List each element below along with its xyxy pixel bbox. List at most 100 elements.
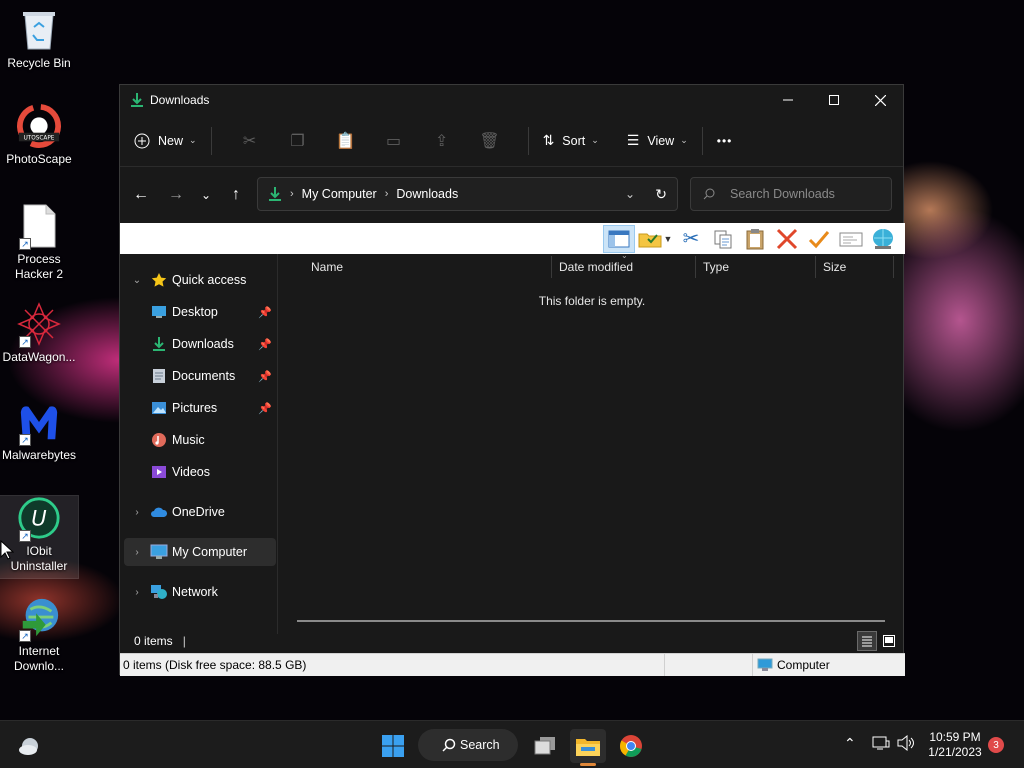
paste-button[interactable]: 📋 — [322, 125, 370, 157]
toolbar-separator — [527, 126, 529, 155]
details-view-button[interactable] — [857, 631, 877, 651]
task-view-button[interactable] — [528, 729, 562, 763]
column-divider[interactable] — [695, 256, 696, 278]
taskbar: Search ⌃ 10:59 PM 1/21/2023 3 — [0, 720, 1024, 768]
column-divider[interactable] — [815, 256, 816, 278]
view-lines-icon: ☰ — [626, 132, 640, 148]
shortcut-arrow-icon: ↗ — [19, 630, 31, 642]
folder-options-button[interactable]: ▼ — [635, 225, 675, 253]
column-divider[interactable] — [551, 256, 552, 278]
new-button[interactable]: New ⌄ — [134, 133, 197, 149]
nav-my-computer[interactable]: › My Computer — [124, 538, 276, 566]
column-header-size[interactable]: Size — [823, 254, 846, 279]
copy-button[interactable]: ❐ — [274, 125, 322, 157]
back-button[interactable]: ← — [126, 180, 156, 210]
copy-icon: ❐ — [290, 132, 305, 150]
window-title: Downloads — [150, 93, 210, 107]
legacy-status-bar: 0 items (Disk free space: 88.5 GB) Compu… — [120, 653, 905, 676]
details-view-icon — [862, 636, 872, 647]
datawagon-icon: ↗ — [17, 302, 61, 348]
desktop-icon-photoscape[interactable]: UTOSCAPE PhotoScape — [0, 104, 78, 167]
desktop-icon-label: Internet Downlo... — [13, 644, 65, 673]
chrome-taskbar-button[interactable] — [614, 729, 648, 763]
desktop-icon-iobit-uninstaller[interactable]: U ↗ IObit Uninstaller — [0, 495, 79, 579]
apply-legacy-button[interactable] — [803, 225, 835, 253]
nav-quick-access[interactable]: ⌄ Quick access — [124, 266, 276, 294]
title-bar[interactable]: Downloads — [120, 85, 903, 115]
refresh-icon[interactable]: ↻ — [655, 186, 667, 203]
desktop-icon-malwarebytes[interactable]: ↗ Malwarebytes — [0, 400, 78, 463]
breadcrumb-downloads[interactable]: Downloads — [396, 187, 458, 201]
network-tray-button[interactable] — [872, 735, 890, 751]
breadcrumb-my-computer[interactable]: My Computer — [302, 187, 377, 201]
nav-item-pictures[interactable]: Pictures 📌 — [124, 394, 276, 422]
downloads-folder-icon — [150, 336, 168, 352]
chevron-right-icon: › — [135, 586, 139, 598]
preview-pane-button[interactable] — [603, 224, 635, 253]
up-button[interactable]: ↑ — [221, 180, 251, 210]
horizontal-scrollbar[interactable] — [297, 620, 885, 622]
desktop-icon-internet-download-manager[interactable]: ↗ Internet Downlo... — [0, 596, 78, 674]
taskbar-search-button[interactable]: Search — [418, 729, 518, 761]
cloud-weather-icon — [19, 738, 38, 755]
notification-count-badge[interactable]: 3 — [988, 737, 1004, 753]
search-box[interactable]: Search Downloads — [690, 177, 892, 211]
file-explorer-icon — [576, 739, 600, 756]
show-hidden-icons-button[interactable]: ⌃ — [844, 735, 856, 752]
cut-legacy-button[interactable]: ✂ — [675, 225, 707, 253]
desktop-icon-datawagon[interactable]: ↗ DataWagon... — [0, 302, 78, 365]
nav-label: Pictures — [172, 401, 218, 415]
pictures-folder-icon — [150, 400, 168, 416]
start-button[interactable] — [376, 729, 410, 763]
column-header-type[interactable]: Type — [703, 254, 729, 279]
minimize-button[interactable] — [765, 85, 811, 115]
cut-button[interactable]: ✂ — [226, 125, 274, 157]
nav-item-videos[interactable]: Videos — [124, 458, 276, 486]
nav-item-downloads[interactable]: Downloads 📌 — [124, 330, 276, 358]
desktop-icon-process-hacker[interactable]: ↗ Process Hacker 2 — [0, 204, 78, 282]
legacy-toolbar: ▼ ✂ — [120, 223, 905, 254]
desktop-icon-recycle-bin[interactable]: Recycle Bin — [0, 8, 78, 71]
nav-item-desktop[interactable]: Desktop 📌 — [124, 298, 276, 326]
arrow-left-icon: ← — [133, 186, 149, 203]
paste-legacy-button[interactable] — [739, 225, 771, 253]
sort-button[interactable]: ⇅ Sort ⌄ — [543, 132, 599, 149]
document-icon: ↗ — [17, 204, 61, 250]
volume-tray-button[interactable] — [897, 735, 915, 751]
copy-legacy-button[interactable] — [707, 225, 739, 253]
address-history-chevron-icon[interactable]: ⌄ — [625, 187, 635, 201]
maximize-button[interactable] — [811, 85, 857, 115]
delete-button[interactable]: 🗑 — [466, 125, 514, 157]
column-header-name[interactable]: Name — [311, 254, 343, 279]
more-options-button[interactable]: ••• — [717, 134, 733, 148]
network-globe-button[interactable] — [867, 225, 899, 253]
address-bar[interactable]: › My Computer › Downloads ⌄ ↻ — [257, 177, 678, 211]
close-button[interactable] — [857, 85, 903, 115]
delete-legacy-button[interactable] — [771, 225, 803, 253]
chrome-icon — [620, 735, 642, 757]
nav-label: Videos — [172, 465, 210, 479]
weather-widget-button[interactable] — [12, 729, 46, 763]
share-button[interactable]: ⇪ — [418, 125, 466, 157]
pin-icon: 📌 — [258, 306, 272, 319]
column-divider[interactable] — [893, 256, 894, 278]
nav-onedrive[interactable]: › OneDrive — [124, 498, 276, 526]
nav-network[interactable]: › Network — [124, 578, 276, 606]
view-button[interactable]: ☰ View ⌄ — [627, 132, 688, 149]
breadcrumb-separator-icon: › — [290, 188, 294, 200]
large-icons-view-button[interactable] — [879, 631, 899, 651]
windows-start-icon — [382, 735, 404, 757]
forward-button[interactable]: → — [161, 180, 191, 210]
location-status: Computer — [777, 658, 830, 672]
recent-locations-button[interactable]: ⌄ — [191, 180, 221, 210]
rename-button[interactable]: ▭ — [370, 125, 418, 157]
taskbar-clock[interactable]: 10:59 PM 1/21/2023 — [922, 730, 988, 760]
disk-space-status: 0 items (Disk free space: 88.5 GB) — [120, 654, 665, 676]
nav-item-music[interactable]: Music — [124, 426, 276, 454]
arrow-up-icon: ↑ — [232, 186, 240, 203]
nav-item-documents[interactable]: Documents 📌 — [124, 362, 276, 390]
properties-legacy-button[interactable] — [835, 225, 867, 253]
navigation-pane: ⌄ Quick access Desktop 📌 Downloads 📌 Doc… — [120, 254, 278, 634]
file-explorer-taskbar-button[interactable] — [570, 729, 606, 763]
copy-icon — [714, 230, 732, 248]
